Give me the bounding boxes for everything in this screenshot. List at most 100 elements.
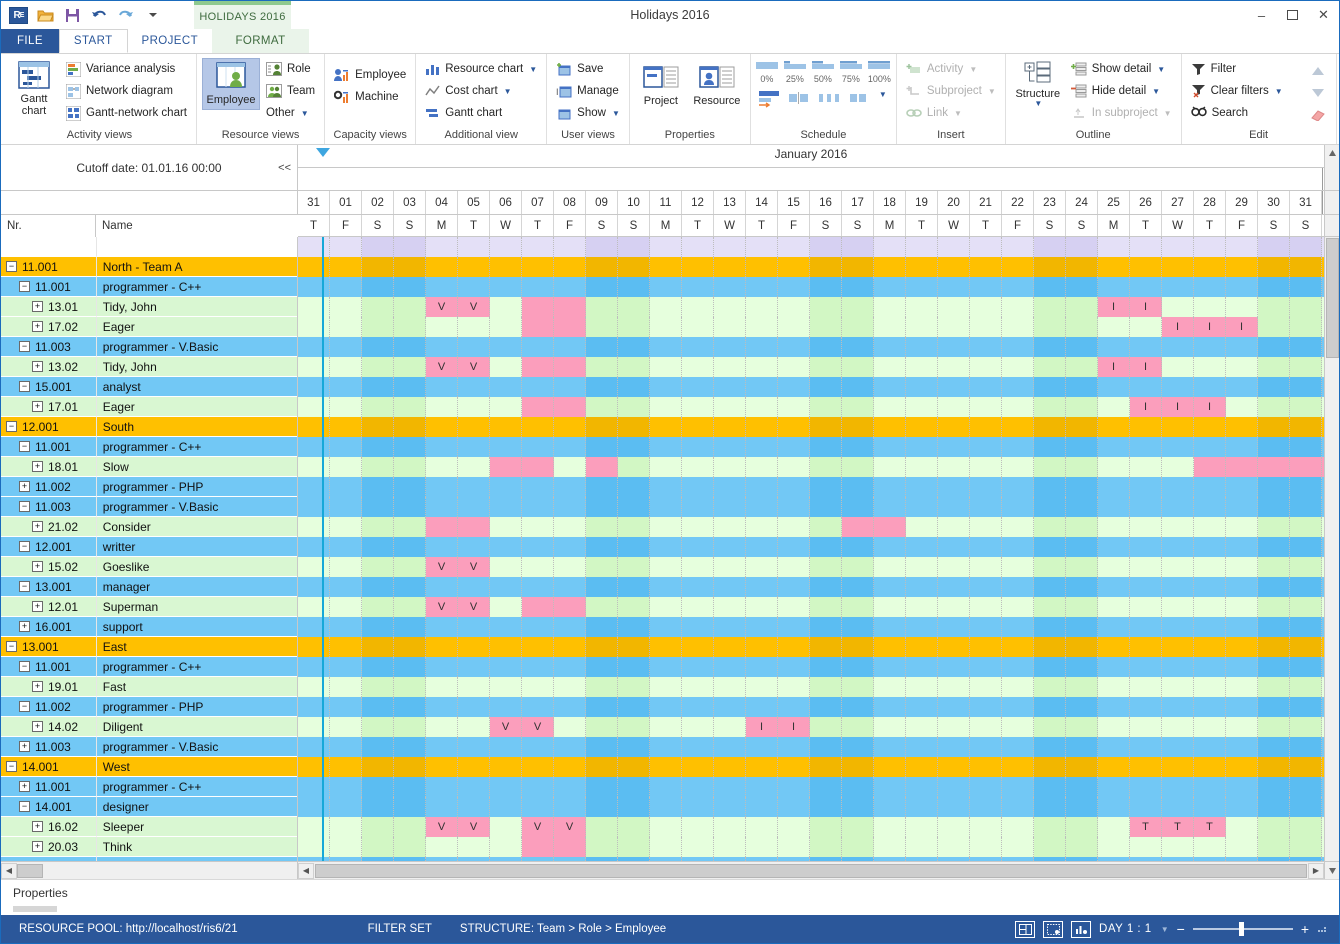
chart-cell[interactable] xyxy=(1066,297,1098,317)
chart-cell[interactable] xyxy=(490,577,522,597)
chart-cell[interactable] xyxy=(1002,537,1034,557)
chart-cell[interactable] xyxy=(330,717,362,737)
chart-cell[interactable] xyxy=(394,697,426,717)
chart-cell[interactable] xyxy=(1162,677,1194,697)
chart-cell[interactable] xyxy=(810,537,842,557)
chart-cell[interactable] xyxy=(618,337,650,357)
properties-panel[interactable]: Properties xyxy=(1,879,1339,915)
chart-cell[interactable] xyxy=(330,817,362,837)
expand-toggle-icon[interactable]: + xyxy=(32,561,43,572)
chart-cell[interactable] xyxy=(490,417,522,437)
chart-cell[interactable] xyxy=(1290,317,1322,337)
chart-cell[interactable] xyxy=(746,817,778,837)
chart-cell[interactable] xyxy=(1162,357,1194,377)
chevron-down-icon[interactable]: ▼ xyxy=(1157,65,1165,74)
chart-cell[interactable] xyxy=(938,457,970,477)
chart-cell[interactable] xyxy=(842,357,874,377)
chart-cell[interactable] xyxy=(778,297,810,317)
row-name-cell[interactable]: East xyxy=(95,637,297,657)
chart-cell[interactable] xyxy=(330,677,362,697)
chart-cell[interactable] xyxy=(1290,417,1322,437)
row-number-cell[interactable]: −14.001 xyxy=(1,757,96,777)
chart-cell[interactable] xyxy=(298,817,330,837)
chart-cell[interactable] xyxy=(618,577,650,597)
chart-cell[interactable] xyxy=(650,477,682,497)
zoom-in-button[interactable]: + xyxy=(1301,922,1309,936)
chart-cell[interactable] xyxy=(778,557,810,577)
expand-toggle-icon[interactable]: + xyxy=(32,721,43,732)
chart-cell[interactable] xyxy=(1002,417,1034,437)
chart-cell[interactable] xyxy=(938,837,970,857)
chart-cell[interactable] xyxy=(298,517,330,537)
table-row[interactable]: +14.02 Diligent xyxy=(1,717,297,737)
chart-cell[interactable] xyxy=(1066,377,1098,397)
schedule-level-25[interactable]: 25% xyxy=(783,60,806,84)
chart-cell[interactable] xyxy=(842,857,874,861)
expand-toggle-icon[interactable]: + xyxy=(19,481,30,492)
chart-row[interactable] xyxy=(298,497,1324,517)
chart-cell[interactable] xyxy=(426,537,458,557)
chart-cell[interactable] xyxy=(778,277,810,297)
minimize-button[interactable]: – xyxy=(1246,2,1277,28)
chart-cell[interactable] xyxy=(650,437,682,457)
chart-cell[interactable] xyxy=(362,757,394,777)
chart-cell[interactable] xyxy=(1194,577,1226,597)
chart-cell[interactable] xyxy=(1194,597,1226,617)
chart-cell[interactable] xyxy=(394,377,426,397)
chart-cell[interactable] xyxy=(362,277,394,297)
chart-row[interactable]: VVII xyxy=(298,357,1324,377)
chart-cell[interactable] xyxy=(778,497,810,517)
chart-cell[interactable] xyxy=(714,857,746,861)
chart-cell[interactable] xyxy=(1290,817,1322,837)
chart-cell[interactable] xyxy=(778,577,810,597)
chart-cell[interactable] xyxy=(1226,657,1258,677)
chart-cell[interactable] xyxy=(394,457,426,477)
chart-cell[interactable] xyxy=(1226,297,1258,317)
chart-cell[interactable] xyxy=(1002,657,1034,677)
chart-cell[interactable] xyxy=(938,697,970,717)
chart-cell[interactable] xyxy=(1066,797,1098,817)
chart-cell[interactable] xyxy=(714,677,746,697)
chart-cell[interactable] xyxy=(554,737,586,757)
chart-cell[interactable] xyxy=(1066,737,1098,757)
chart-cell[interactable] xyxy=(1034,437,1066,457)
chart-row[interactable] xyxy=(298,657,1324,677)
chart-row[interactable] xyxy=(298,737,1324,757)
chart-cell[interactable] xyxy=(1194,537,1226,557)
chart-cell[interactable] xyxy=(1066,317,1098,337)
chart-cell[interactable] xyxy=(426,497,458,517)
chart-cell[interactable] xyxy=(1162,837,1194,857)
chart-cell[interactable] xyxy=(906,577,938,597)
row-name-cell[interactable]: analyst xyxy=(95,377,297,397)
chart-scroll-thumb[interactable] xyxy=(315,863,1307,878)
chart-cell[interactable] xyxy=(682,577,714,597)
chart-cell[interactable] xyxy=(1322,357,1324,377)
chart-cell[interactable] xyxy=(1034,397,1066,417)
chart-cell[interactable] xyxy=(714,417,746,437)
chart-cell[interactable] xyxy=(1034,317,1066,337)
chart-cell[interactable] xyxy=(778,457,810,477)
search-button[interactable]: Search xyxy=(1187,102,1287,124)
chart-cell[interactable] xyxy=(1098,797,1130,817)
row-name-cell[interactable]: manager xyxy=(95,577,297,597)
chart-cell[interactable] xyxy=(458,697,490,717)
chart-cell[interactable] xyxy=(586,437,618,457)
expand-toggle-icon[interactable]: + xyxy=(32,321,43,332)
table-scroll-thumb[interactable] xyxy=(17,863,43,878)
chart-cell[interactable] xyxy=(618,777,650,797)
chart-cell[interactable] xyxy=(842,597,874,617)
chart-cell[interactable] xyxy=(746,557,778,577)
chart-cell[interactable] xyxy=(554,797,586,817)
vertical-scroll-up[interactable] xyxy=(1324,145,1339,190)
chart-cell[interactable] xyxy=(810,257,842,277)
chart-cell[interactable] xyxy=(874,657,906,677)
chart-cell[interactable] xyxy=(1226,717,1258,737)
row-name-cell[interactable]: analyst xyxy=(95,857,297,861)
chart-cell[interactable] xyxy=(778,817,810,837)
chart-cell[interactable] xyxy=(490,477,522,497)
chart-cell[interactable] xyxy=(1258,257,1290,277)
chevron-down-icon[interactable]: ▼ xyxy=(612,109,620,118)
chart-cell[interactable] xyxy=(1034,417,1066,437)
chart-cell[interactable] xyxy=(1066,357,1098,377)
chevron-down-icon[interactable]: ▼ xyxy=(301,109,309,118)
